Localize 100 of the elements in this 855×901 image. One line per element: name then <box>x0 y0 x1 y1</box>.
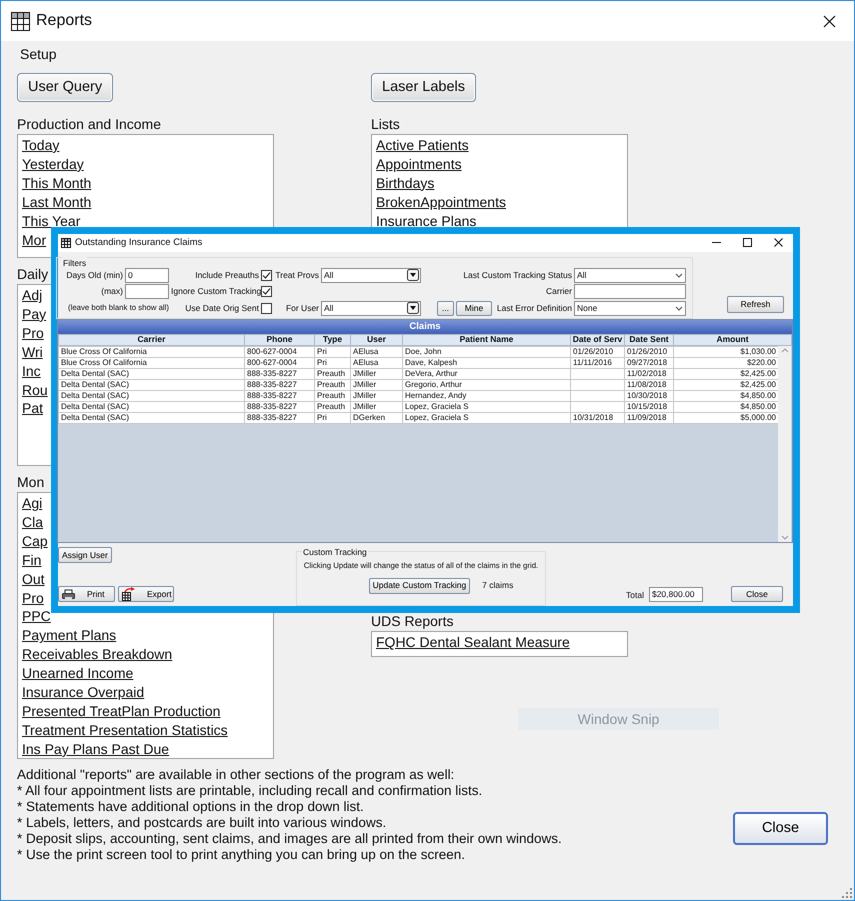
report-link[interactable]: Payment Plans <box>22 626 116 646</box>
report-link[interactable]: Cap <box>22 532 48 551</box>
report-button[interactable]: User Query <box>17 73 114 102</box>
table-cell: 01/26/2010 <box>624 346 674 358</box>
note-text: * Deposit slips, accounting, sent claims, and images are all printed from their own windows. <box>17 831 562 847</box>
column-header[interactable]: Date Sent <box>624 334 674 346</box>
column-header[interactable]: Date of Serv <box>570 334 624 346</box>
checkbox-label: Use Date Orig Sent <box>184 302 259 315</box>
more-button[interactable]: ... <box>437 300 454 316</box>
table-cell: $1,030.00 <box>674 346 778 358</box>
mine-button[interactable]: Mine <box>456 300 492 316</box>
input-field[interactable] <box>125 284 169 300</box>
print-button[interactable]: Print <box>58 586 115 602</box>
note-text: * Use the print screen tool to print anything you can bring up on the screen. <box>17 847 466 863</box>
report-link[interactable]: Pat <box>22 399 44 418</box>
column-header[interactable]: Type <box>314 334 350 346</box>
dropdown[interactable]: All <box>321 268 421 283</box>
table-cell: 888-335-8227 <box>244 401 314 412</box>
report-link[interactable]: Birthdays <box>376 174 434 193</box>
field-label: Last Custom Tracking Status <box>462 268 572 282</box>
report-link[interactable]: This Month <box>22 174 92 193</box>
table-cell: 800-627-0004 <box>244 357 314 368</box>
table-cell: $2,425.00 <box>674 379 778 390</box>
column-header[interactable]: Patient Name <box>402 334 570 346</box>
table-cell: 888-335-8227 <box>244 412 314 424</box>
report-link[interactable]: Insurance Plans <box>376 212 476 231</box>
grid-title: Claims <box>58 320 792 334</box>
report-link[interactable]: FQHC Dental Sealant Measure <box>376 633 570 652</box>
dropdown[interactable]: None <box>574 300 686 316</box>
close-button[interactable]: Close <box>733 812 828 845</box>
report-button[interactable]: Laser Labels <box>371 73 476 102</box>
report-link[interactable]: Appointments <box>376 154 462 174</box>
report-link[interactable]: Today <box>22 136 60 155</box>
table-cell: $5,000.00 <box>674 412 778 424</box>
report-link[interactable]: Receivables Breakdown <box>22 645 172 664</box>
report-link[interactable]: Rou <box>22 380 48 400</box>
field-label: Treat Provs <box>275 268 319 282</box>
update-button[interactable]: Update Custom Tracking <box>368 578 470 594</box>
checkbox[interactable] <box>261 286 272 298</box>
report-link[interactable]: This Year <box>22 212 80 231</box>
report-link[interactable]: Fin <box>22 550 42 570</box>
column-header[interactable]: Phone <box>244 334 314 346</box>
claims-count: 7 claims <box>482 579 514 592</box>
checkbox-label: Ignore Custom Tracking <box>171 285 259 298</box>
window-title: Outstanding Insurance Claims <box>75 236 202 250</box>
window-title: Reports <box>36 11 92 31</box>
report-link[interactable]: Ins Pay Plans Past Due <box>22 740 170 758</box>
input-field[interactable]: 0 <box>125 268 169 283</box>
report-link[interactable]: Cla <box>22 512 44 532</box>
field-label: Carrier <box>545 285 572 298</box>
report-link[interactable]: Wri <box>22 342 43 362</box>
section-heading: Mon <box>17 473 44 492</box>
report-link[interactable]: Yesterday <box>22 154 84 174</box>
checkbox[interactable] <box>261 302 272 314</box>
report-link[interactable]: Presented TreatPlan Production <box>22 702 220 721</box>
report-link[interactable]: Pro <box>22 324 44 343</box>
report-link[interactable]: Pro <box>22 588 44 608</box>
report-link[interactable]: Last Month <box>22 192 92 212</box>
export-button[interactable]: Export <box>118 586 174 602</box>
report-link[interactable]: Agi <box>22 494 42 513</box>
close-icon[interactable] <box>823 14 836 28</box>
assign-user-button[interactable]: Assign User <box>58 547 112 563</box>
scroll-up-icon <box>780 348 788 353</box>
table-cell: Doe, John <box>402 346 570 358</box>
report-link[interactable]: Treatment Presentation Statistics <box>22 720 228 740</box>
report-link[interactable]: Mor <box>22 230 46 250</box>
report-link[interactable]: Out <box>22 570 45 589</box>
column-header[interactable]: Amount <box>674 334 792 346</box>
table-cell: 800-627-0004 <box>244 346 314 358</box>
dropdown-icon <box>407 302 419 314</box>
table-cell: Hernandez, Andy <box>402 390 570 402</box>
close-icon[interactable] <box>774 238 783 248</box>
report-link[interactable]: Pay <box>22 304 46 324</box>
table-cell: $220.00 <box>674 357 778 368</box>
note-text: * Statements have additional options in the drop down list. <box>17 799 364 815</box>
section-heading: UDS Reports <box>371 612 454 631</box>
report-link[interactable]: Adj <box>22 286 42 305</box>
report-link[interactable]: BrokenAppointments <box>376 192 506 212</box>
dropdown[interactable]: All <box>321 300 421 316</box>
report-link[interactable]: Unearned Income <box>22 664 134 684</box>
report-link[interactable]: PPC <box>22 607 51 626</box>
resize-grip-icon <box>842 888 852 898</box>
dropdown[interactable]: All <box>574 268 686 283</box>
report-link[interactable]: Inc <box>22 362 41 381</box>
grid-icon <box>61 238 71 248</box>
scrollbar[interactable] <box>778 346 791 542</box>
printer-icon <box>62 588 75 600</box>
table-cell: Pri <box>314 346 350 358</box>
input-field[interactable] <box>574 284 686 300</box>
maximize-icon[interactable] <box>743 238 752 248</box>
report-link[interactable]: Active Patients <box>376 136 469 155</box>
section-heading: Lists <box>371 115 400 134</box>
column-header[interactable]: User <box>350 334 402 346</box>
report-link[interactable]: Insurance Overpaid <box>22 683 144 702</box>
section-label: Setup <box>19 45 58 63</box>
close-button[interactable]: Close <box>731 586 783 602</box>
refresh-button[interactable]: Refresh <box>727 296 784 313</box>
table-cell: $4,850.00 <box>674 401 778 412</box>
column-header[interactable]: Carrier <box>58 334 244 346</box>
checkbox[interactable] <box>261 270 272 281</box>
